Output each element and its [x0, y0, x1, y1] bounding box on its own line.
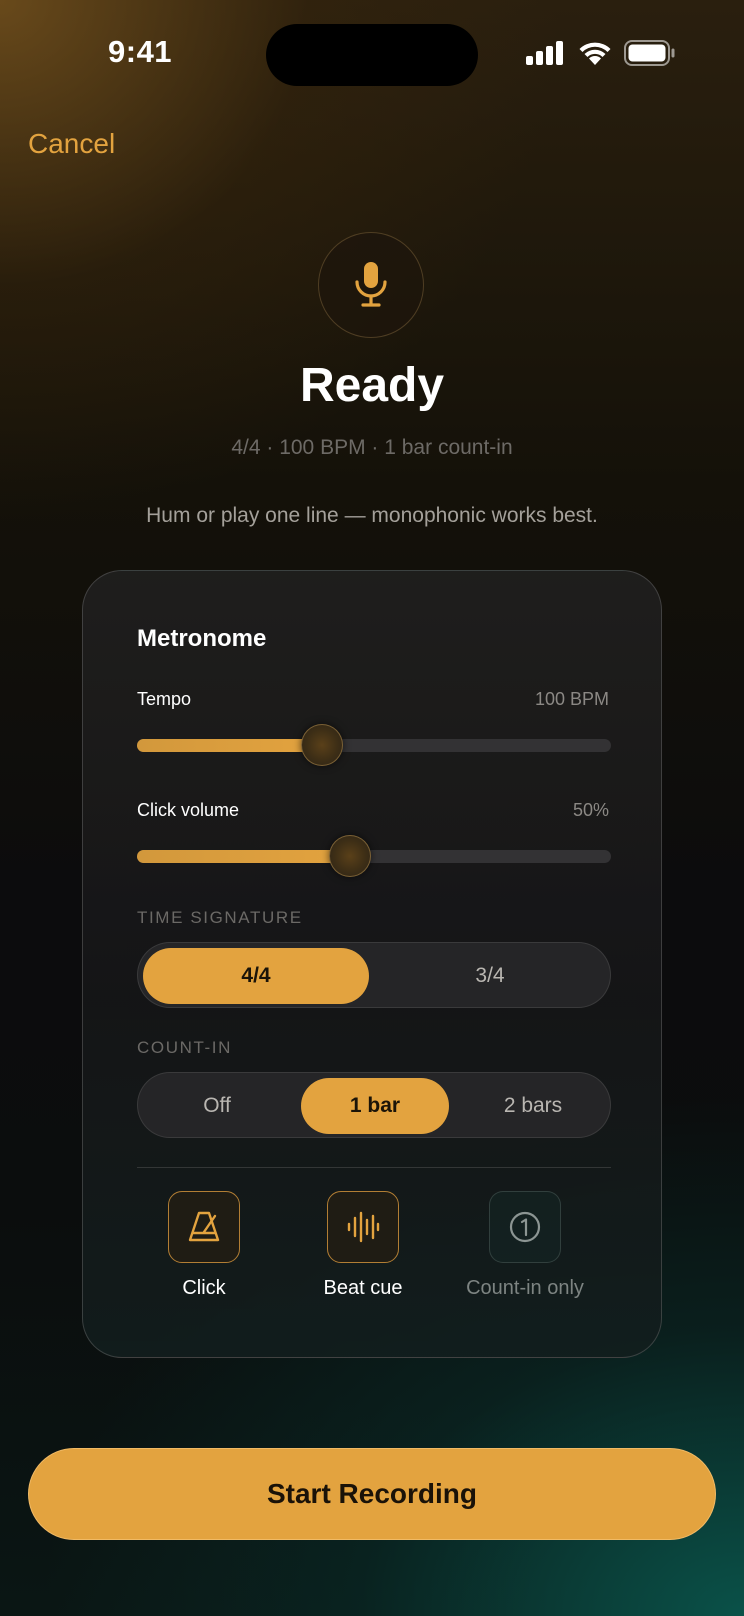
click-volume-slider-thumb[interactable] — [329, 835, 372, 877]
cue-option-click-label: Click — [182, 1277, 226, 1299]
tempo-label: Tempo — [137, 689, 192, 709]
recording-hint: Hum or play one line — monophonic works … — [146, 504, 598, 527]
microphone-badge — [318, 232, 424, 338]
tempo-slider[interactable] — [137, 724, 611, 766]
session-summary: 4/4 · 100 BPM · 1 bar count-in — [231, 436, 513, 459]
time-signature-control: 4/4 3/4 — [137, 942, 611, 1008]
cue-option-beat-cue-box[interactable] — [327, 1191, 399, 1263]
click-volume-value: 50% — [572, 800, 609, 820]
battery-icon — [624, 40, 675, 66]
number-one-circle-icon — [509, 1211, 541, 1243]
status-bar: 9:41 — [0, 0, 744, 110]
metronome-card: Metronome Tempo 100 BPM Click volume 50%… — [82, 570, 662, 1358]
dynamic-island — [266, 24, 478, 86]
metronome-title: Metronome — [137, 625, 267, 652]
cue-option-count-in-only[interactable]: Count-in only — [450, 1191, 600, 1300]
signal-icon — [526, 41, 563, 65]
cue-option-click[interactable]: Click — [129, 1191, 279, 1300]
cue-option-count-in-only-box[interactable] — [489, 1191, 561, 1263]
tempo-value: 100 BPM — [534, 689, 609, 709]
click-volume-slider[interactable] — [137, 835, 611, 877]
count-in-label: COUNT-IN — [137, 1038, 232, 1057]
start-recording-button[interactable]: Start Recording — [28, 1448, 716, 1540]
count-in-control: Off 1 bar 2 bars — [137, 1072, 611, 1138]
count-in-option-1-bar[interactable]: 1 bar — [301, 1078, 449, 1134]
time-signature-option-3-4[interactable]: 3/4 — [374, 948, 606, 1004]
count-in-option-2-bars[interactable]: 2 bars — [459, 1078, 607, 1134]
status-time: 9:41 — [108, 34, 173, 69]
waveform-icon — [347, 1211, 380, 1243]
cue-option-click-box[interactable] — [168, 1191, 240, 1263]
status-icons — [526, 40, 676, 66]
click-volume-label: Click volume — [137, 800, 240, 820]
cue-option-count-in-only-label: Count-in only — [466, 1277, 584, 1299]
cue-option-beat-cue[interactable]: Beat cue — [288, 1191, 438, 1300]
count-in-option-off[interactable]: Off — [143, 1078, 291, 1134]
time-signature-option-4-4[interactable]: 4/4 — [143, 948, 369, 1004]
status-title: Ready — [299, 359, 445, 412]
cue-option-beat-cue-label: Beat cue — [323, 1277, 403, 1299]
time-signature-label: TIME SIGNATURE — [137, 908, 303, 927]
card-divider — [137, 1167, 611, 1168]
metronome-icon — [188, 1211, 220, 1242]
tempo-slider-thumb[interactable] — [300, 724, 343, 766]
wifi-icon — [579, 42, 611, 65]
tempo-slider-fill — [137, 739, 322, 752]
cancel-button[interactable]: Cancel — [28, 128, 115, 160]
microphone-icon — [355, 262, 387, 307]
click-volume-slider-fill — [137, 850, 351, 863]
recording-setup-screen: 9:41 Cancel Ready 4/4 · 100 BPM · 1 bar … — [0, 0, 744, 1616]
